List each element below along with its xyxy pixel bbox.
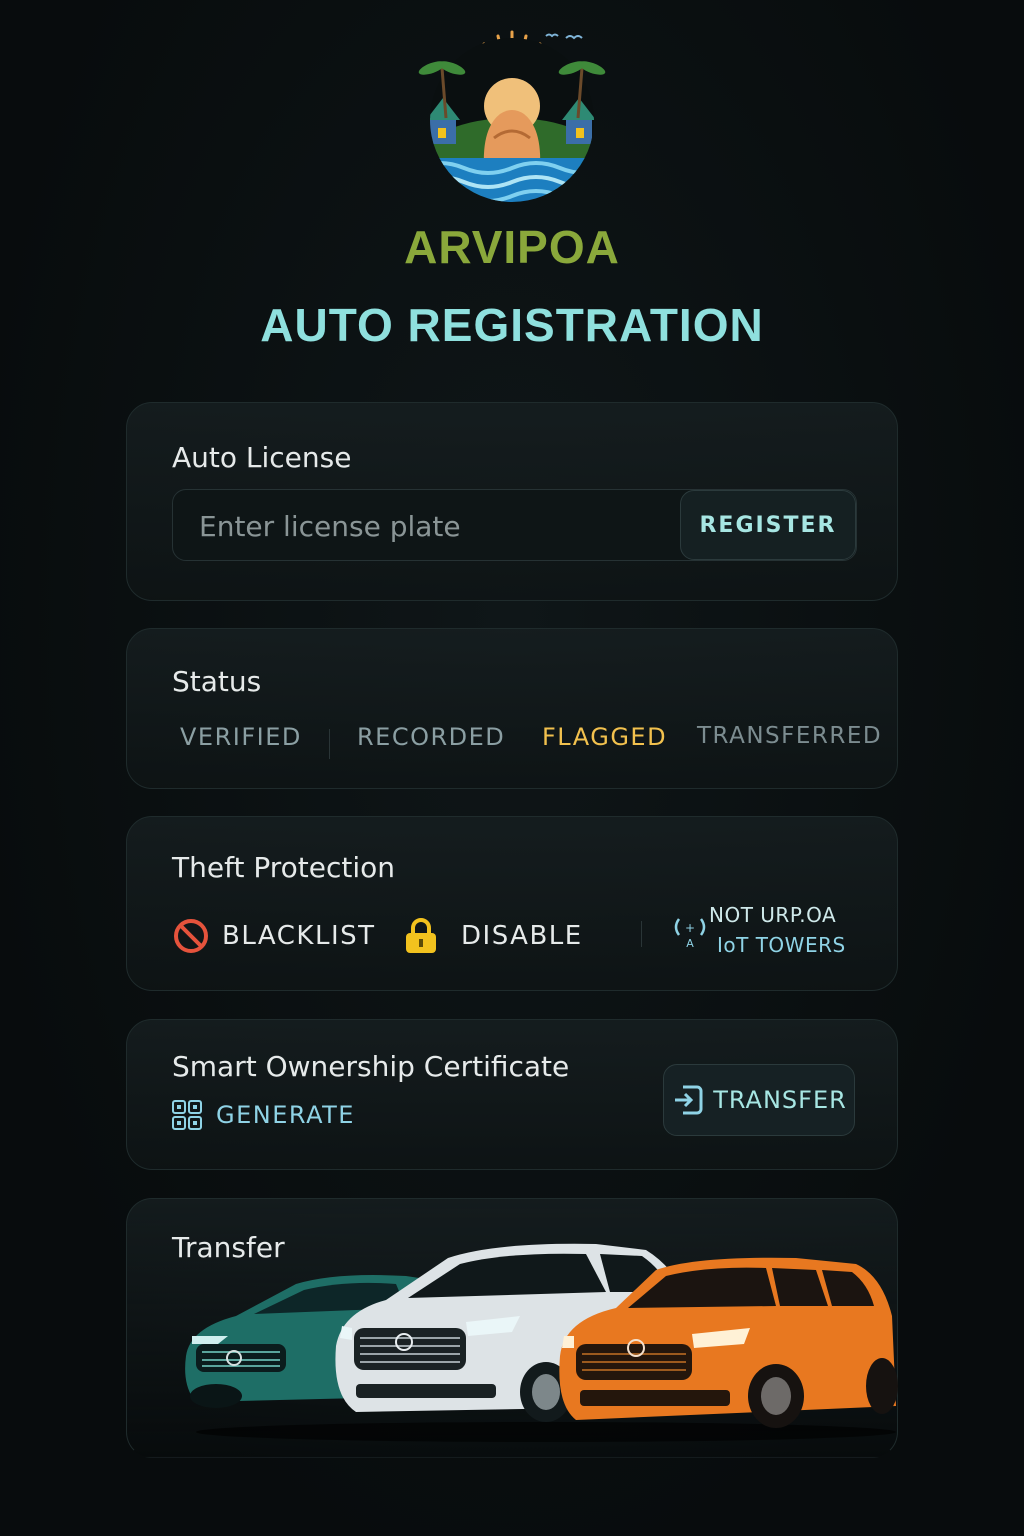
generate-label: GENERATE <box>216 1101 355 1129</box>
svg-text:+: + <box>685 921 695 935</box>
auto-license-card: Auto License REGISTER <box>126 402 898 601</box>
iot-towers-action[interactable]: + A NOT URP.OA IoT TOWERS <box>673 903 873 963</box>
blacklist-action[interactable]: BLACKLIST <box>172 917 376 955</box>
status-divider <box>329 729 330 759</box>
disable-action[interactable]: DISABLE <box>403 917 583 955</box>
certificate-label: Smart Ownership Certificate <box>172 1050 570 1083</box>
iot-line1: NOT URP.OA <box>709 903 837 927</box>
license-input-group: REGISTER <box>172 489 857 562</box>
blacklist-label: BLACKLIST <box>222 921 376 951</box>
license-plate-input[interactable] <box>173 490 701 562</box>
status-transferred[interactable]: TRANSFERRED <box>697 723 882 749</box>
brand-name: ARVIPOA <box>404 221 620 273</box>
blacklist-icon <box>172 917 210 955</box>
page-title: AUTO REGISTRATION <box>260 299 764 351</box>
transfer-button-label: TRANSFER <box>713 1086 847 1114</box>
theft-protection-card: Theft Protection BLACKLIST DISABLE + A N… <box>126 816 898 991</box>
transfer-button[interactable]: TRANSFER <box>663 1064 855 1136</box>
svg-text:A: A <box>686 937 694 949</box>
status-flagged[interactable]: FLAGGED <box>542 723 667 751</box>
transfer-icon <box>671 1083 705 1117</box>
status-verified[interactable]: VERIFIED <box>180 723 302 751</box>
vehicles-illustration <box>176 1236 906 1446</box>
lock-icon <box>403 917 439 955</box>
register-button[interactable]: REGISTER <box>680 490 856 560</box>
iot-divider <box>641 921 642 947</box>
theft-protection-label: Theft Protection <box>172 851 395 884</box>
qr-icon <box>172 1100 202 1130</box>
status-label: Status <box>172 665 262 698</box>
iot-signal-icon: + A <box>673 913 707 953</box>
ownership-certificate-card: Smart Ownership Certificate GENERATE TRA… <box>126 1019 898 1170</box>
status-card: Status VERIFIED RECORDED FLAGGED TRANSFE… <box>126 628 898 789</box>
brand-logo <box>416 28 608 208</box>
generate-action[interactable]: GENERATE <box>172 1100 355 1130</box>
status-recorded[interactable]: RECORDED <box>357 723 505 751</box>
auto-license-label: Auto License <box>172 441 352 474</box>
iot-towers-label: IoT TOWERS <box>717 933 846 957</box>
disable-label: DISABLE <box>461 921 583 951</box>
status-row: VERIFIED RECORDED FLAGGED TRANSFERRED <box>127 723 897 763</box>
